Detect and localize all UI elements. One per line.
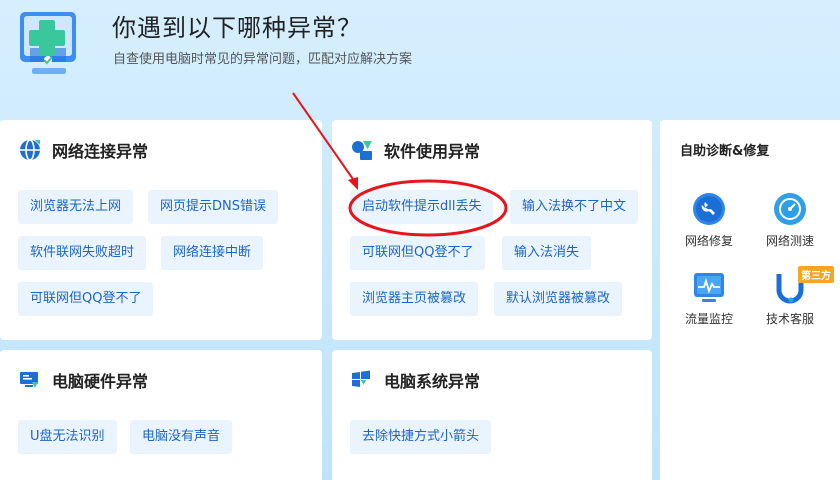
hardware-card-header: 电脑硬件异常 (18, 368, 148, 392)
issue-software-timeout[interactable]: 软件联网失败超时 (18, 236, 147, 270)
page-header: 你遇到以下哪种异常？ 自查使用电脑时常见的异常问题，匹配对应解决方案 (0, 0, 840, 110)
traffic-monitor-label: 流量监控 (684, 312, 733, 326)
self-diagnosis-panel: 自助诊断&修复 网络修复 网络测速 流量监控 技术客服 (660, 120, 840, 480)
issue-default-browser-hijacked[interactable]: 默认浏览器被篡改 (494, 282, 623, 316)
page-title: 你遇到以下哪种异常？ (112, 14, 362, 42)
tech-support-label: 技术客服 (765, 312, 814, 326)
software-card: 软件使用异常 启动软件提示dll丢失 输入法换不了中文 可联网但QQ登不了 输入… (332, 120, 652, 340)
system-card-title: 电脑系统异常 (384, 372, 481, 391)
speed-test-tool[interactable]: 网络测速 (755, 192, 825, 249)
issue-no-sound[interactable]: 电脑没有声音 (130, 420, 233, 454)
software-card-title: 软件使用异常 (384, 142, 481, 161)
network-repair-tool[interactable]: 网络修复 (674, 192, 744, 249)
issue-connection-dropped[interactable]: 网络连接中断 (161, 236, 264, 270)
traffic-monitor-icon (694, 273, 724, 302)
network-card: 网络连接异常 浏览器无法上网 网页提示DNS错误 软件联网失败超时 网络连接中断… (0, 120, 322, 340)
self-diagnosis-title: 自助诊断&修复 (680, 144, 770, 159)
network-repair-label: 网络修复 (684, 234, 733, 248)
globe-icon (20, 139, 40, 161)
speed-test-label: 网络测速 (765, 234, 814, 248)
issue-dll-missing[interactable]: 启动软件提示dll丢失 (350, 190, 494, 224)
pc-health-logo-icon (20, 12, 76, 74)
issue-homepage-hijacked[interactable]: 浏览器主页被篡改 (350, 282, 479, 316)
software-card-header: 软件使用异常 (350, 138, 480, 162)
hardware-icon (20, 372, 38, 388)
issue-qq-login-failed[interactable]: 可联网但QQ登不了 (350, 236, 486, 270)
network-card-header: 网络连接异常 (18, 138, 148, 162)
issue-remove-shortcut-arrow[interactable]: 去除快捷方式小箭头 (350, 420, 492, 454)
issue-ime-missing[interactable]: 输入法消失 (502, 236, 592, 270)
page-subtitle: 自查使用电脑时常见的异常问题，匹配对应解决方案 (113, 52, 413, 67)
issue-ime-no-chinese[interactable]: 输入法换不了中文 (510, 190, 639, 224)
wrench-icon (693, 193, 725, 225)
system-card: 电脑系统异常 去除快捷方式小箭头 (332, 350, 652, 480)
speedometer-icon (774, 193, 806, 225)
issue-usb-not-recognized[interactable]: U盘无法识别 (18, 420, 117, 454)
software-icon (352, 141, 372, 160)
third-party-badge: 第三方 (798, 266, 834, 283)
system-card-header: 电脑系统异常 (350, 368, 480, 392)
network-card-title: 网络连接异常 (52, 142, 149, 161)
issue-browser-no-internet[interactable]: 浏览器无法上网 (18, 190, 134, 224)
windows-icon (352, 370, 370, 387)
traffic-monitor-tool[interactable]: 流量监控 (674, 270, 744, 327)
issue-dns-error[interactable]: 网页提示DNS错误 (148, 190, 278, 224)
hardware-card: 电脑硬件异常 U盘无法识别 电脑没有声音 (0, 350, 322, 480)
hardware-card-title: 电脑硬件异常 (52, 372, 149, 391)
issue-qq-login-failed[interactable]: 可联网但QQ登不了 (18, 282, 154, 316)
